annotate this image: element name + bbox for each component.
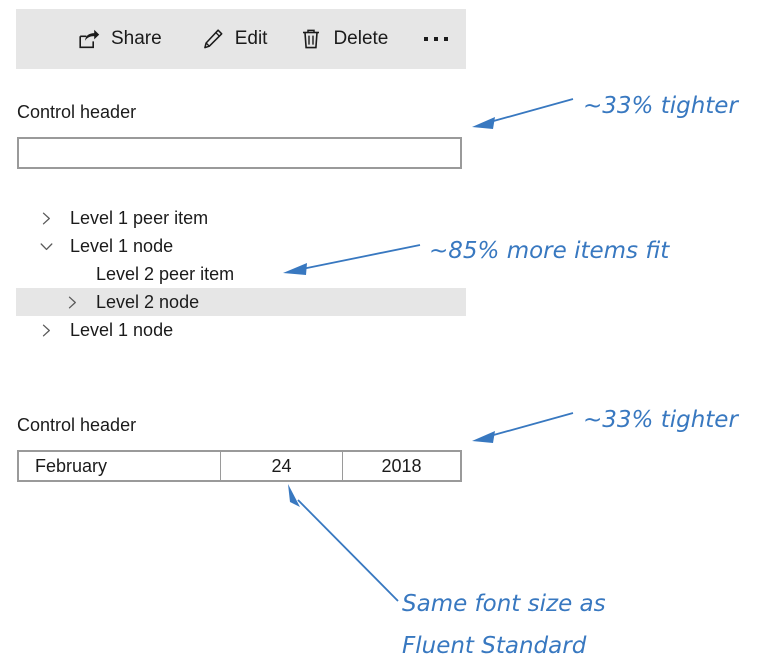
date-picker[interactable]: February 24 2018: [17, 450, 462, 482]
trash-icon: [300, 28, 322, 50]
date-picker-year-field[interactable]: 2018: [343, 452, 460, 480]
tree-item-level1-node-expanded[interactable]: Level 1 node: [16, 232, 466, 260]
share-button-label: Share: [111, 28, 162, 49]
text-field-header: Control header: [17, 102, 137, 122]
annotation-same-font-size-line1: Same font size as: [402, 591, 606, 617]
annotation-same-font-size-line2: Fluent Standard: [402, 633, 587, 659]
tree-item-level2-node-selected[interactable]: Level 2 node: [16, 288, 466, 316]
tree-view: Level 1 peer item Level 1 node Level 2 p…: [16, 204, 466, 344]
command-bar: Share Edit Delete: [16, 9, 466, 69]
tree-item-label: Level 1 node: [70, 319, 174, 340]
annotation-tighter-textbox: ~33% tighter: [583, 93, 738, 119]
tree-item-level1-peer[interactable]: Level 1 peer item: [16, 204, 466, 232]
chevron-right-icon[interactable]: [40, 212, 53, 225]
tree-item-label: Level 2 node: [96, 291, 200, 312]
edit-button[interactable]: Edit: [202, 9, 268, 69]
chevron-right-icon[interactable]: [40, 324, 53, 337]
delete-button[interactable]: Delete: [300, 9, 388, 69]
tree-item-level2-peer[interactable]: Level 2 peer item: [16, 260, 466, 288]
annotation-more-items-fit: ~85% more items fit: [429, 238, 670, 264]
tree-item-label: Level 2 peer item: [96, 263, 235, 284]
date-picker-header: Control header: [17, 415, 137, 435]
edit-button-label: Edit: [234, 28, 268, 49]
pencil-icon: [202, 28, 224, 50]
date-picker-day-field[interactable]: 24: [221, 452, 343, 480]
tree-item-label: Level 1 node: [70, 235, 174, 256]
text-input[interactable]: [19, 139, 460, 167]
annotation-tighter-datepicker: ~33% tighter: [583, 407, 738, 433]
page-root: Share Edit Delete Control header Level 1…: [0, 0, 763, 664]
arrow-to-textbox: [472, 98, 574, 129]
annotation-same-font-size: Same font size as Fluent Standard: [402, 583, 606, 667]
chevron-right-icon[interactable]: [66, 296, 79, 309]
date-picker-month-field[interactable]: February: [19, 452, 221, 480]
text-input-wrapper[interactable]: [17, 137, 462, 169]
tree-item-label: Level 1 peer item: [70, 207, 209, 228]
share-button[interactable]: Share: [78, 9, 162, 69]
share-icon: [78, 28, 100, 50]
more-ellipsis-icon: [424, 37, 449, 41]
arrow-to-datepicker: [472, 412, 574, 443]
tree-item-level1-node[interactable]: Level 1 node: [16, 316, 466, 344]
chevron-down-icon[interactable]: [40, 240, 53, 253]
arrow-to-day-field: [288, 484, 399, 602]
more-options-button[interactable]: [424, 9, 449, 69]
delete-button-label: Delete: [333, 28, 389, 49]
